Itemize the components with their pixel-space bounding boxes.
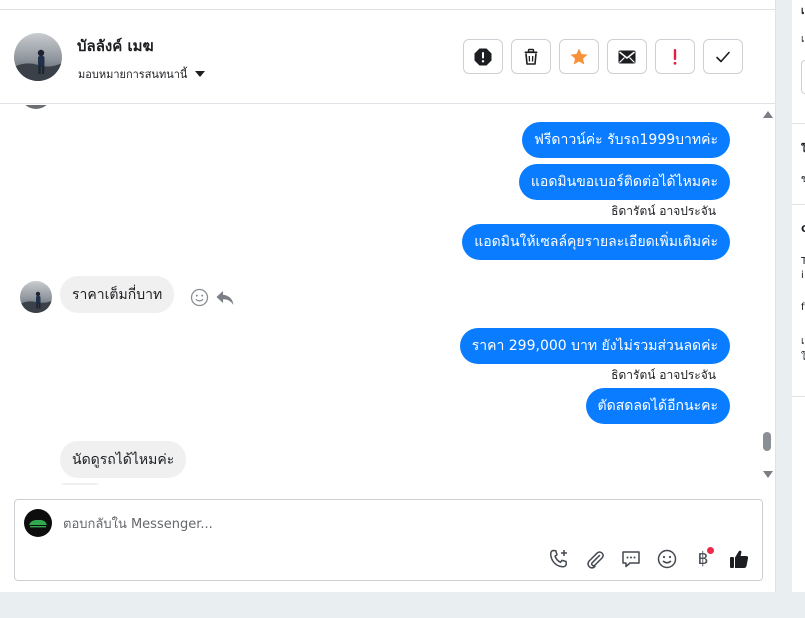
panel-text-fragment: ใ: [801, 352, 805, 363]
panel-divider: [792, 123, 805, 124]
alert-octagon-icon: [474, 48, 492, 65]
payment-button[interactable]: ฿: [690, 546, 716, 572]
panel-text-fragment: เ: [801, 6, 805, 17]
panel-text-fragment: f: [801, 302, 805, 313]
mark-unread-button[interactable]: [607, 39, 647, 74]
follow-up-button[interactable]: [655, 39, 695, 74]
star-icon: [570, 48, 588, 64]
message-bubble-incoming[interactable]: ราคาเต็มกี่บาท: [60, 276, 175, 313]
panel-text-fragment: T: [801, 256, 805, 267]
emoji-button[interactable]: [654, 546, 680, 572]
star-button[interactable]: [559, 39, 599, 74]
scrollbar-thumb[interactable]: [763, 432, 771, 451]
page-avatar: [24, 509, 52, 537]
emoji-icon: [657, 549, 677, 569]
panel-text-fragment: ใ: [801, 144, 805, 155]
saved-replies-button[interactable]: [618, 546, 644, 572]
conversation-actions: [463, 39, 743, 74]
panel-text-fragment: ข: [801, 174, 805, 185]
like-button[interactable]: [726, 546, 752, 572]
message-bubble-outgoing[interactable]: ฟรีดาวน์ค่ะ รับรถ1999บาทค่ะ: [521, 122, 730, 158]
panel-text-fragment: เ: [801, 34, 805, 45]
message-hover-actions: [190, 288, 235, 307]
contact-name[interactable]: บัลลังค์ เมฆ: [77, 34, 154, 58]
conversation-panel: บัลลังค์ เมฆ มอบหมายการสนทนานี้ ฟรีดาวน์…: [0, 0, 776, 592]
checkmark-icon: [716, 51, 730, 62]
notification-dot: [707, 547, 714, 554]
spam-button[interactable]: [463, 39, 503, 74]
contact-details-panel: เ เ ใ ข C T i f เ ใ: [792, 0, 805, 592]
trash-icon: [524, 48, 538, 65]
message-bubble-incoming[interactable]: นัดดูรถได้ไหมค่ะ: [60, 441, 187, 478]
composer-toolbar: ฿: [546, 546, 752, 572]
thumbs-up-icon: [730, 550, 749, 568]
message-bubble-outgoing[interactable]: แอดมินขอเบอร์ติดต่อได้ไหมคะ: [518, 164, 730, 200]
reply-icon[interactable]: [215, 289, 235, 307]
chevron-down-icon: [195, 71, 206, 77]
paperclip-icon: [587, 551, 604, 569]
reply-composer[interactable]: ฿: [14, 499, 763, 581]
call-add-button[interactable]: [546, 546, 572, 572]
message-bubble-partial: [60, 483, 100, 485]
attach-button[interactable]: [582, 546, 608, 572]
panel-text-fragment: i: [801, 270, 804, 281]
message-bubble-outgoing[interactable]: แอดมินให้เซลล์คุยรายละเอียดเพิ่มเติมค่ะ: [462, 224, 730, 260]
react-emoji-icon[interactable]: [190, 288, 209, 307]
scroll-up-arrow-icon[interactable]: [763, 111, 773, 118]
saved-reply-icon: [622, 551, 640, 568]
exclamation-icon: [673, 48, 677, 65]
panel-input-fragment[interactable]: [801, 60, 805, 94]
assign-label: มอบหมายการสนทนานี้: [78, 68, 188, 81]
scroll-down-arrow-icon[interactable]: [763, 471, 773, 478]
message-bubble-outgoing[interactable]: ราคา 299,000 บาท ยังไม่รวมส่วนลดค่ะ: [459, 328, 730, 364]
call-add-icon: [549, 549, 568, 568]
reply-input[interactable]: [63, 513, 663, 535]
panel-divider: [792, 204, 805, 205]
panel-text-fragment: C: [801, 224, 805, 235]
panel-divider: [792, 396, 805, 397]
mark-done-button[interactable]: [703, 39, 743, 74]
message-bubble-outgoing[interactable]: ตัดสดลดได้อีกนะคะ: [585, 388, 730, 424]
avatar: [20, 105, 52, 109]
conversation-header: บัลลังค์ เมฆ มอบหมายการสนทนานี้: [0, 10, 776, 104]
thread-scrollbar[interactable]: [762, 105, 774, 485]
envelope-icon: [618, 50, 636, 63]
delete-button[interactable]: [511, 39, 551, 74]
contact-avatar[interactable]: [14, 33, 62, 81]
sender-name: ธิดารัตน์ อาจประจัน: [611, 204, 716, 218]
message-thread[interactable]: ฟรีดาวน์ค่ะ รับรถ1999บาทค่ะ แอดมินขอเบอร…: [0, 105, 762, 485]
contact-avatar-small[interactable]: [20, 281, 52, 313]
assign-conversation-dropdown[interactable]: มอบหมายการสนทนานี้: [78, 65, 206, 83]
sender-name: ธิดารัตน์ อาจประจัน: [611, 368, 716, 382]
panel-text-fragment: เ: [801, 336, 805, 347]
